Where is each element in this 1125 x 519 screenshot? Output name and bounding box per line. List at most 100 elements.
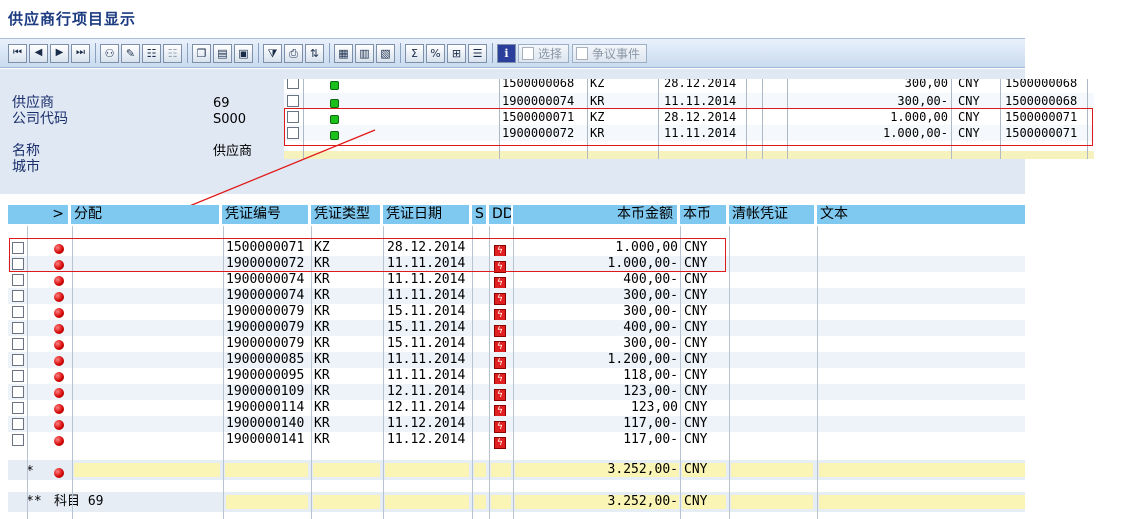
currency-cell: CNY: [684, 336, 708, 351]
row-checkbox[interactable]: [12, 290, 24, 302]
column-header-clearing-doc[interactable]: 清帐凭证: [729, 205, 814, 224]
row-checkbox[interactable]: [12, 354, 24, 366]
doc-date-cell: 15.11.2014: [387, 336, 466, 351]
row-checkbox[interactable]: [12, 386, 24, 398]
row-checkbox[interactable]: [12, 322, 24, 334]
total-cell: [385, 495, 469, 509]
currency-cell: CNY: [684, 352, 708, 367]
doc-date-cell: 12.11.2014: [387, 400, 466, 415]
row-checkbox[interactable]: [12, 402, 24, 414]
amount-cell: 300,00-: [623, 304, 678, 319]
row-checkbox[interactable]: [12, 434, 24, 446]
total-cell: [731, 495, 813, 509]
amount-cell: 300,00-: [623, 336, 678, 351]
currency-cell: CNY: [684, 368, 708, 383]
column-header-doc-no[interactable]: 凭证编号: [222, 205, 308, 224]
total-cell: [491, 495, 511, 509]
column-header-dd[interactable]: DD: [489, 205, 511, 224]
doc-type-cell: KR: [314, 368, 330, 383]
total-amount: 3.252,00-: [607, 494, 678, 509]
table-row[interactable]: 1900000079 KR 15.11.2014 ϟ 300,00- CNY: [8, 336, 1025, 353]
doc-number-cell: 1900000079: [226, 320, 305, 335]
open-status-icon: [54, 324, 64, 334]
column-header-doc-type[interactable]: 凭证类型: [311, 205, 380, 224]
amount-cell: 400,00-: [623, 320, 678, 335]
currency-cell: CNY: [684, 400, 708, 415]
doc-number-cell: 1900000140: [226, 416, 305, 431]
row-checkbox[interactable]: [12, 306, 24, 318]
subtotal-amount: 3.252,00-: [607, 462, 678, 477]
doc-type-cell: KR: [314, 416, 330, 431]
total-cell: [225, 463, 308, 477]
table-row[interactable]: 1900000079 KR 15.11.2014 ϟ 300,00- CNY: [8, 304, 1025, 321]
open-status-icon: [54, 468, 64, 478]
currency-cell: CNY: [684, 416, 708, 431]
table-row[interactable]: 1900000140 KR 11.12.2014 ϟ 117,00- CNY: [8, 416, 1025, 433]
row-checkbox[interactable]: [12, 338, 24, 350]
doc-number-cell: 1900000079: [226, 336, 305, 351]
doc-number-cell: 1900000114: [226, 400, 305, 415]
amount-cell: 300,00-: [623, 288, 678, 303]
open-status-icon: [54, 340, 64, 350]
column-header-s[interactable]: S: [472, 205, 486, 224]
table-row[interactable]: 1900000109 KR 12.11.2014 ϟ 123,00- CNY: [8, 384, 1025, 401]
column-header-doc-date[interactable]: 凭证日期: [383, 205, 469, 224]
currency-cell: CNY: [684, 432, 708, 447]
table-row[interactable]: 1900000141 KR 11.12.2014 ϟ 117,00- CNY: [8, 432, 1025, 449]
table-row[interactable]: 1900000085 KR 11.11.2014 ϟ 1.200,00- CNY: [8, 352, 1025, 369]
doc-date-cell: 11.11.2014: [387, 352, 466, 367]
column-header-assignment[interactable]: 分配: [71, 205, 219, 224]
doc-type-cell: KR: [314, 320, 330, 335]
total-currency: CNY: [684, 494, 708, 509]
row-checkbox[interactable]: [12, 274, 24, 286]
total-cell: [819, 495, 1025, 509]
currency-cell: CNY: [684, 384, 708, 399]
total-cell: [226, 495, 308, 509]
row-checkbox[interactable]: [12, 370, 24, 382]
amount-cell: 117,00-: [623, 416, 678, 431]
doc-type-cell: KR: [314, 288, 330, 303]
total-cell: [313, 463, 380, 477]
table-row[interactable]: 1900000074 KR 11.11.2014 ϟ 300,00- CNY: [8, 288, 1025, 305]
total-cell: [491, 463, 511, 477]
table-row[interactable]: 1900000079 KR 15.11.2014 ϟ 400,00- CNY: [8, 320, 1025, 337]
column-header-marker[interactable]: >: [8, 205, 68, 224]
doc-date-cell: 15.11.2014: [387, 304, 466, 319]
total-cell: [313, 495, 380, 509]
total-marker: **: [26, 494, 42, 509]
amount-cell: 123,00: [631, 400, 678, 415]
subtotal-row[interactable]: * 3.252,00- CNY: [8, 460, 1025, 480]
open-status-icon: [54, 308, 64, 318]
due-date-icon: ϟ: [494, 437, 506, 449]
doc-number-cell: 1900000109: [226, 384, 305, 399]
open-status-icon: [54, 404, 64, 414]
doc-type-cell: KR: [314, 432, 330, 447]
open-status-icon: [54, 420, 64, 430]
doc-type-cell: KR: [314, 304, 330, 319]
column-header-currency[interactable]: 本币: [680, 205, 726, 224]
doc-number-cell: 1900000079: [226, 304, 305, 319]
doc-date-cell: 11.12.2014: [387, 432, 466, 447]
doc-number-cell: 1900000074: [226, 272, 305, 287]
total-cell: [474, 463, 486, 477]
total-cell: [819, 463, 1025, 477]
column-header-amount[interactable]: 本币金额: [513, 205, 677, 224]
highlight-box-items: [9, 238, 726, 272]
amount-cell: 118,00-: [623, 368, 678, 383]
amount-cell: 1.200,00-: [607, 352, 678, 367]
doc-number-cell: 1900000074: [226, 288, 305, 303]
table-row[interactable]: 1900000074 KR 11.11.2014 ϟ 400,00- CNY: [8, 272, 1025, 289]
open-status-icon: [54, 276, 64, 286]
column-header-text[interactable]: 文本: [817, 205, 1025, 224]
doc-date-cell: 11.12.2014: [387, 416, 466, 431]
table-row[interactable]: 1900000114 KR 12.11.2014 ϟ 123,00 CNY: [8, 400, 1025, 417]
doc-type-cell: KR: [314, 400, 330, 415]
total-cell: [731, 463, 813, 477]
doc-number-cell: 1900000095: [226, 368, 305, 383]
total-row[interactable]: ** 科目 69 3.252,00- CNY: [8, 492, 1025, 512]
doc-date-cell: 11.11.2014: [387, 368, 466, 383]
doc-number-cell: 1900000085: [226, 352, 305, 367]
row-checkbox[interactable]: [12, 418, 24, 430]
currency-cell: CNY: [684, 272, 708, 287]
table-row[interactable]: 1900000095 KR 11.11.2014 ϟ 118,00- CNY: [8, 368, 1025, 385]
